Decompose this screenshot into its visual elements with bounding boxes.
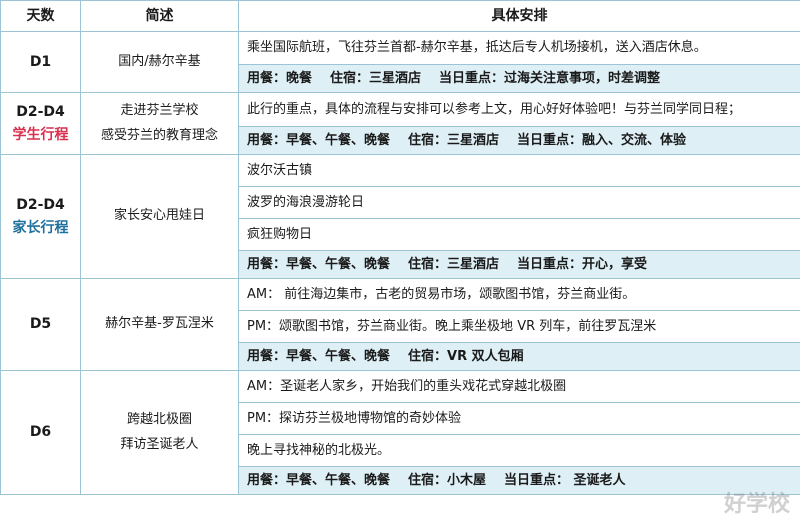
itinerary-table: 天数 简述 具体安排 D1 国内/赫尔辛基 乘坐国际航班，飞往芬兰首都-赫尔辛基… (0, 0, 800, 495)
table-row: D6 跨越北极圈拜访圣诞老人 AM：圣诞老人家乡，开始我们的重头戏花式穿越北极圈 (0, 370, 800, 495)
day-label: D2-D4 (16, 103, 65, 120)
meal-cell: 用餐：晚餐 住宿：三星酒店 当日重点：过海关注意事项，时差调整 (238, 64, 800, 93)
summary-text: 国内/赫尔辛基 (118, 53, 201, 69)
plan-item: AM： 前往海边集市，古老的贸易市场，颂歌图书馆，芬兰商业街。 (238, 278, 800, 311)
stay-text: 住宿：小木屋 (408, 472, 487, 488)
summary-text: 赫尔辛基-罗瓦涅米 (105, 316, 214, 332)
plan-item: 波罗的海浪漫游轮日 (238, 186, 800, 219)
focus-text: 当日重点：融入、交流、体验 (517, 132, 687, 148)
summary-cell: 走进芬兰学校感受芬兰的教育理念 (80, 92, 239, 155)
summary-text: 拜访圣诞老人 (120, 436, 199, 452)
header-row: 天数 简述 具体安排 (0, 0, 800, 32)
meal-text: 用餐：早餐、午餐、晚餐 (247, 348, 391, 364)
day-label: D2-D4 (16, 196, 65, 213)
summary-cell: 跨越北极圈拜访圣诞老人 (80, 370, 239, 495)
summary-cell: 家长安心甩娃日 (80, 154, 239, 279)
day-cell: D5 (0, 278, 81, 371)
stay-text: 住宿：三星酒店 (330, 70, 422, 86)
stay-text: 住宿：三星酒店 (408, 256, 500, 272)
table-row: D2-D4 学生行程 走进芬兰学校感受芬兰的教育理念 此行的重点，具体的流程与安排… (0, 92, 800, 155)
day-cell: D2-D4 家长行程 (0, 154, 81, 279)
plan-item: 疯狂购物日 (238, 218, 800, 251)
summary-text: 感受芬兰的教育理念 (100, 127, 218, 143)
student-tag: 学生行程 (12, 126, 69, 143)
itinerary-table-wrap: 天数 简述 具体安排 D1 国内/赫尔辛基 乘坐国际航班，飞往芬兰首都-赫尔辛基… (0, 0, 800, 524)
summary-cell: 赫尔辛基-罗瓦涅米 (80, 278, 239, 371)
meal-cell: 用餐：早餐、午餐、晚餐 住宿：三星酒店 当日重点：融入、交流、体验 (238, 126, 800, 155)
parent-tag: 家长行程 (12, 219, 69, 236)
summary-text: 家长安心甩娃日 (113, 208, 205, 224)
table-row: D1 国内/赫尔辛基 乘坐国际航班，飞往芬兰首都-赫尔辛基，抵达后专人机场接机，… (0, 31, 800, 93)
focus-text: 当日重点： 圣诞老人 (504, 472, 626, 488)
plan-item: PM：探访芬兰极地博物馆的奇妙体验 (238, 402, 800, 435)
plan-item: 乘坐国际航班，飞往芬兰首都-赫尔辛基，抵达后专人机场接机，送入酒店休息。 (238, 31, 800, 65)
day-cell: D2-D4 学生行程 (0, 92, 81, 155)
plan-item: 波尔沃古镇 (238, 154, 800, 187)
day-label: D5 (29, 316, 52, 333)
header-summary: 简述 (80, 0, 239, 32)
focus-text: 当日重点：过海关注意事项，时差调整 (439, 70, 661, 86)
meal-text: 用餐：早餐、午餐、晚餐 (247, 132, 391, 148)
meal-cell: 用餐：早餐、午餐、晚餐 住宿：三星酒店 当日重点：开心，享受 (238, 250, 800, 279)
stay-text: 住宿：三星酒店 (408, 132, 500, 148)
focus-text: 当日重点：开心，享受 (517, 256, 648, 272)
header-detail: 具体安排 (238, 0, 800, 32)
plan-item: AM：圣诞老人家乡，开始我们的重头戏花式穿越北极圈 (238, 370, 800, 403)
summary-cell: 国内/赫尔辛基 (80, 31, 239, 93)
meal-cell: 用餐：早餐、午餐、晚餐 住宿：小木屋 当日重点： 圣诞老人 (238, 466, 800, 495)
plan-item: 晚上寻找神秘的北极光。 (238, 434, 800, 467)
meal-text: 用餐：早餐、午餐、晚餐 (247, 256, 391, 272)
plan-item: PM：颂歌图书馆，芬兰商业街。晚上乘坐极地 VR 列车，前往罗瓦涅米 (238, 310, 800, 343)
summary-text: 走进芬兰学校 (120, 102, 199, 118)
summary-text: 跨越北极圈 (126, 411, 192, 427)
header-day: 天数 (0, 0, 81, 32)
day-label: D1 (29, 53, 52, 70)
day-cell: D1 (0, 31, 81, 93)
day-label: D6 (29, 424, 52, 441)
watermark-logo: 好学校 (723, 492, 790, 517)
plan-item: 此行的重点，具体的流程与安排可以参考上文，用心好好体验吧！与芬兰同学同日程； (238, 92, 800, 127)
meal-text: 用餐：早餐、午餐、晚餐 (247, 472, 391, 488)
meal-cell: 用餐：早餐、午餐、晚餐 住宿：VR 双人包厢 (238, 342, 800, 371)
table-row: D5 赫尔辛基-罗瓦涅米 AM： 前往海边集市，古老的贸易市场，颂歌图书馆，芬兰… (0, 278, 800, 371)
day-cell: D6 (0, 370, 81, 495)
stay-text: 住宿：VR 双人包厢 (408, 348, 524, 364)
meal-text: 用餐：晚餐 (247, 70, 313, 86)
table-row: D2-D4 家长行程 家长安心甩娃日 波尔沃古镇 (0, 154, 800, 279)
